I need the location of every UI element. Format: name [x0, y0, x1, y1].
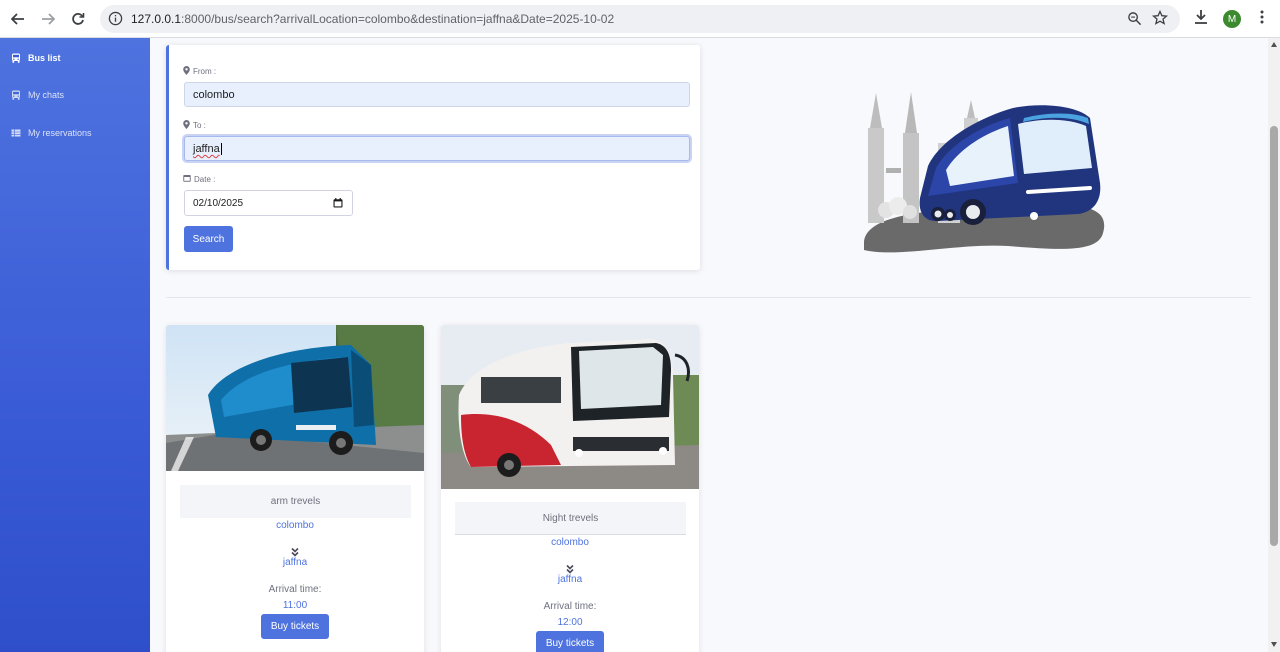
- site-info-icon[interactable]: [108, 11, 123, 31]
- chevron-double-down-icon: [565, 561, 575, 574]
- bus-name: Night trevels: [455, 502, 686, 535]
- search-form-card: From : colombo To : jaffna Date : 02/10/…: [166, 45, 700, 270]
- arrival-label: Arrival time:: [543, 601, 597, 612]
- profile-avatar[interactable]: M: [1223, 10, 1241, 28]
- scrollbar-thumb[interactable]: [1270, 126, 1278, 546]
- bus-to: jaffna: [282, 557, 308, 568]
- from-input-value: colombo: [193, 89, 235, 101]
- bookmark-star-icon[interactable]: [1151, 9, 1169, 31]
- search-button[interactable]: Search: [184, 226, 233, 252]
- url-text: 127.0.0.1:8000/bus/search?arrivalLocatio…: [131, 12, 614, 26]
- browser-menu-icon[interactable]: [1258, 8, 1266, 31]
- to-label-text: To :: [193, 121, 206, 130]
- bus-photo: [166, 325, 424, 471]
- bus-to: jaffna: [557, 574, 583, 585]
- date-label: Date :: [183, 174, 215, 184]
- url-host: 127.0.0.1: [131, 12, 182, 26]
- sidebar: Bus list My chats My reservations: [0, 38, 150, 652]
- sidebar-item-label: My chats: [28, 90, 65, 100]
- back-icon[interactable]: [7, 8, 29, 30]
- sidebar-item-my-chats[interactable]: My chats: [11, 86, 64, 104]
- to-input[interactable]: jaffna: [184, 136, 690, 161]
- buy-tickets-button[interactable]: Buy tickets: [536, 631, 604, 652]
- calendar-icon: [183, 174, 191, 184]
- bus-card: Night trevels colombo jaffna Arrival tim…: [441, 325, 699, 652]
- sidebar-item-label: Bus list: [28, 53, 61, 63]
- url-path: :8000/bus/search?arrivalLocation=colombo…: [181, 12, 615, 26]
- bus-illustration: [858, 88, 1108, 258]
- bus-card: arm trevels colombo jaffna Arrival time:…: [166, 325, 424, 652]
- sidebar-item-my-reservations[interactable]: My reservations: [11, 124, 92, 142]
- download-icon[interactable]: [1193, 8, 1209, 31]
- scroll-down-icon: [1271, 642, 1277, 647]
- sidebar-item-label: My reservations: [28, 128, 92, 138]
- to-input-value: jaffna: [193, 143, 220, 155]
- table-icon: [11, 128, 21, 138]
- arrival-time: 12:00: [557, 617, 583, 628]
- calendar-picker-icon[interactable]: [333, 198, 343, 211]
- arrival-time: 11:00: [282, 600, 308, 611]
- bus-from: colombo: [276, 520, 314, 531]
- date-input-value: 02/10/2025: [193, 198, 244, 209]
- from-input[interactable]: colombo: [184, 82, 690, 107]
- from-label-text: From :: [193, 67, 217, 76]
- section-divider: [166, 297, 1251, 298]
- zoom-icon[interactable]: [1127, 11, 1142, 31]
- from-label: From :: [183, 66, 216, 77]
- address-bar[interactable]: 127.0.0.1:8000/bus/search?arrivalLocatio…: [100, 5, 1180, 33]
- to-label: To :: [183, 120, 206, 131]
- bus-name: arm trevels: [180, 485, 411, 518]
- browser-toolbar: 127.0.0.1:8000/bus/search?arrivalLocatio…: [0, 0, 1280, 38]
- date-input[interactable]: 02/10/2025: [184, 190, 353, 216]
- map-marker-icon: [183, 120, 190, 131]
- chevron-double-down-icon: [290, 544, 300, 557]
- map-marker-icon: [183, 66, 190, 77]
- bus-icon: [11, 90, 21, 100]
- text-caret: [220, 143, 222, 156]
- bus-photo: [441, 325, 699, 489]
- bus-from: colombo: [551, 537, 589, 548]
- buy-tickets-button[interactable]: Buy tickets: [261, 614, 329, 639]
- date-label-text: Date :: [194, 174, 216, 184]
- reload-icon[interactable]: [67, 8, 89, 30]
- arrival-label: Arrival time:: [268, 584, 322, 595]
- sidebar-item-bus-list[interactable]: Bus list: [11, 49, 61, 67]
- scroll-up-icon: [1271, 42, 1277, 47]
- forward-icon[interactable]: [37, 8, 59, 30]
- bus-icon: [11, 53, 21, 63]
